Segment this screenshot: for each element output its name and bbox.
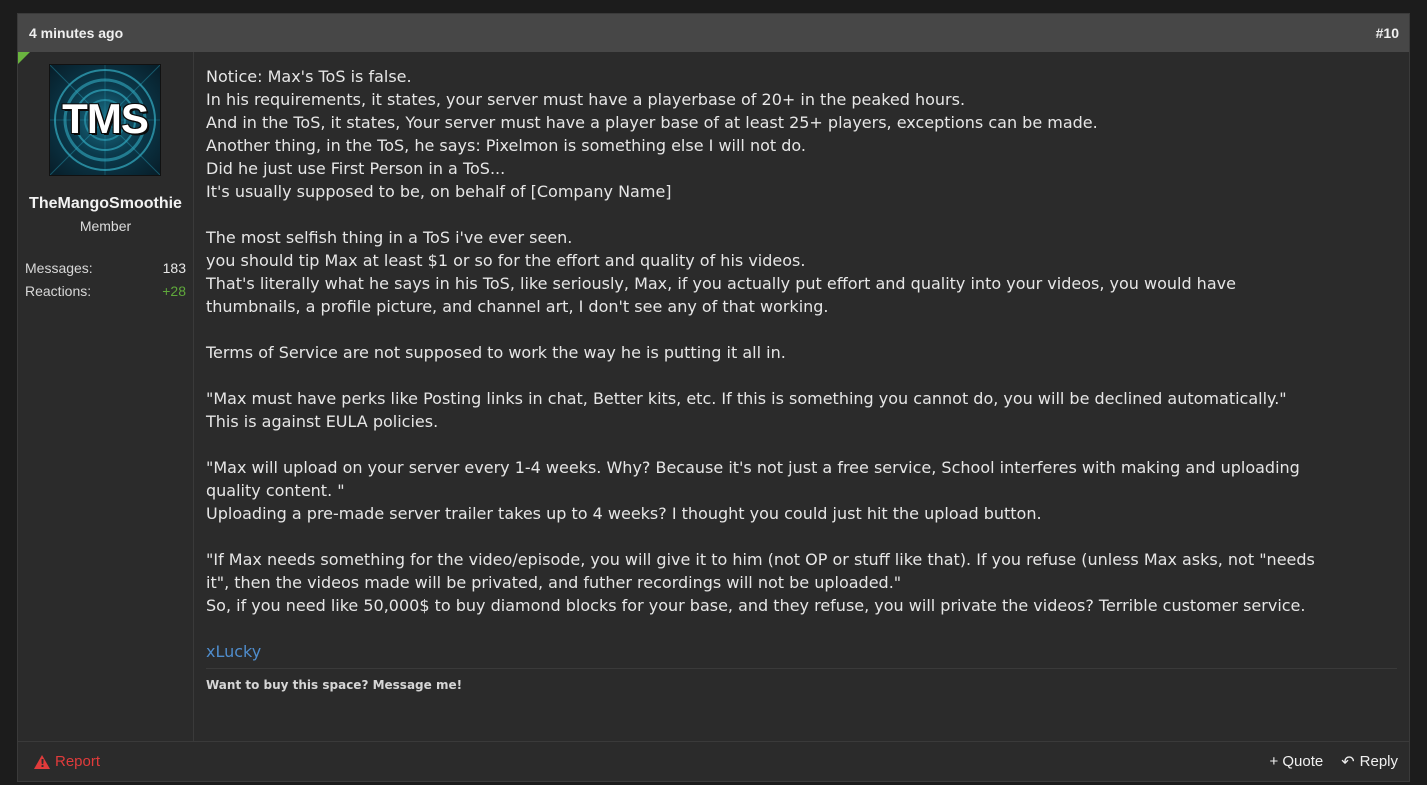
avatar[interactable]: TMS (49, 64, 161, 176)
message-line: "If Max needs something for the video/ep… (206, 550, 1315, 569)
signature-name-link[interactable]: xLucky (206, 640, 1397, 663)
stat-messages: Messages: 183 (25, 260, 186, 276)
post-number-link[interactable]: #10 (1376, 25, 1399, 41)
message-line: The most selfish thing in a ToS i've eve… (206, 228, 573, 247)
warning-icon (34, 754, 50, 770)
avatar-logo-text: TMS (62, 95, 149, 142)
message-body: Notice: Max's ToS is false. In his requir… (206, 65, 1397, 617)
reply-label: Reply (1359, 753, 1398, 770)
report-label: Report (55, 753, 101, 770)
message-line: Another thing, in the ToS, he says: Pixe… (206, 136, 806, 155)
signature-text: Want to buy this space? Message me! (206, 678, 463, 692)
message-line: "Max must have perks like Posting links … (206, 389, 1287, 408)
message-line: This is against EULA policies. (206, 412, 439, 431)
report-button[interactable]: Report (34, 753, 100, 770)
signature-divider (206, 668, 1397, 669)
forum-post: 4 minutes ago #10 TMS TheMangoSmoothie M… (17, 13, 1410, 782)
stat-reactions: Reactions: +28 (25, 283, 186, 299)
stat-reactions-label: Reactions: (25, 283, 92, 299)
message-line: Terms of Service are not supposed to wor… (206, 343, 786, 362)
message-line: Notice: Max's ToS is false. (206, 67, 412, 86)
post-actions: + Quote ↶ Reply (1269, 752, 1398, 772)
message-line: It's usually supposed to be, on behalf o… (206, 182, 672, 201)
message-line: And in the ToS, it states, Your server m… (206, 113, 1098, 132)
stat-messages-label: Messages: (25, 260, 93, 276)
message-line: In his requirements, it states, your ser… (206, 90, 966, 109)
post-timestamp[interactable]: 4 minutes ago (29, 25, 123, 41)
post-header: 4 minutes ago #10 (18, 14, 1409, 52)
message-line: it", then the videos made will be privat… (206, 573, 902, 592)
stat-reactions-value: +28 (162, 283, 186, 299)
message-line: Did he just use First Person in a ToS... (206, 159, 506, 178)
user-sidebar: TMS TheMangoSmoothie Member Messages: 18… (18, 52, 194, 741)
message-line: you should tip Max at least $1 or so for… (206, 251, 806, 270)
reply-arrow-icon: ↶ (1341, 753, 1355, 771)
post-footer: Report + Quote ↶ Reply (18, 741, 1409, 781)
post-body: TMS TheMangoSmoothie Member Messages: 18… (18, 52, 1409, 741)
message-line: "Max will upload on your server every 1-… (206, 458, 1300, 477)
reply-button[interactable]: ↶ Reply (1341, 752, 1398, 772)
new-post-indicator (18, 52, 30, 64)
message-line: So, if you need like 50,000$ to buy diam… (206, 596, 1306, 615)
quote-button[interactable]: + Quote (1269, 752, 1323, 772)
user-title: Member (79, 218, 132, 234)
quote-label: + Quote (1269, 753, 1324, 770)
stat-messages-value: 183 (162, 260, 186, 276)
message-line: Uploading a pre-made server trailer take… (206, 504, 1042, 523)
post-content: Notice: Max's ToS is false. In his requir… (194, 52, 1409, 741)
message-line: thumbnails, a profile picture, and chann… (206, 297, 829, 316)
username-link[interactable]: TheMangoSmoothie (18, 195, 193, 213)
message-line: That's literally what he says in his ToS… (206, 274, 1236, 293)
message-line: quality content. " (206, 481, 345, 500)
